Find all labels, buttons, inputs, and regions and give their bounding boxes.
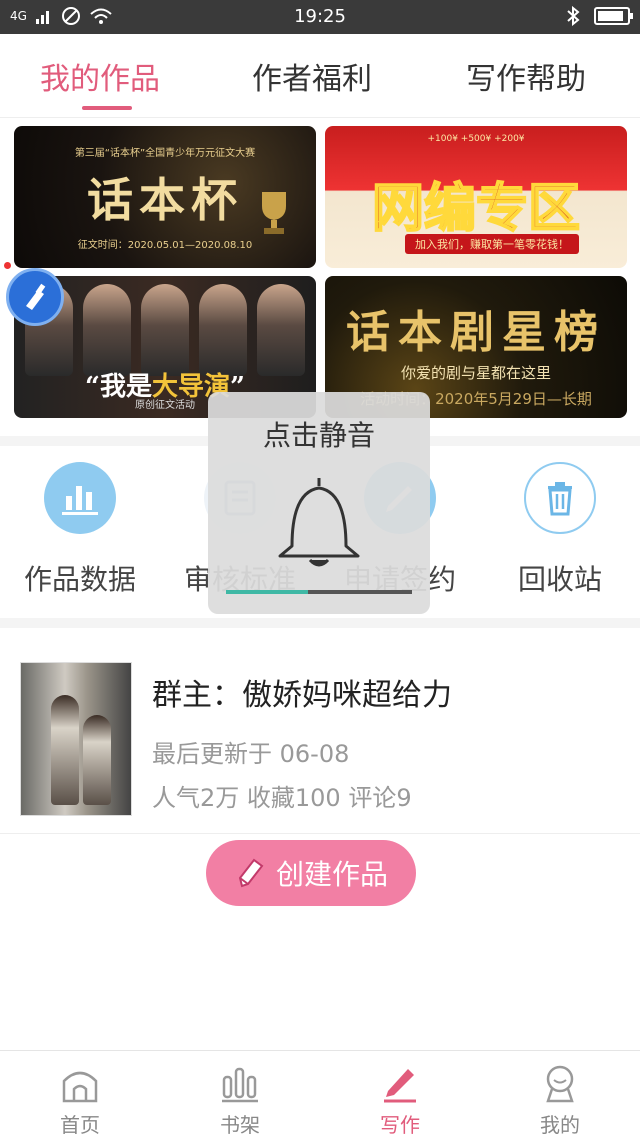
tab-my-works[interactable]: 我的作品 (40, 54, 160, 98)
pen-icon (320, 1061, 480, 1105)
cover-figure (51, 695, 79, 805)
tab-writing-help[interactable]: 写作帮助 (466, 54, 586, 98)
bottom-nav: 首页 书架 写作 我的 (0, 1050, 640, 1138)
nav-label: 书架 (220, 1113, 260, 1137)
nav-profile[interactable]: 我的 (480, 1061, 640, 1138)
banner-heading: 第三届“话本杯”全国青少年万元征文大赛 (74, 148, 256, 159)
bar-chart-icon (44, 462, 116, 534)
mute-toast: 点击静音 (208, 392, 430, 614)
tool-label: 回收站 (517, 563, 602, 596)
work-updated: 最后更新于 06-08 (152, 740, 350, 768)
floating-widget-button[interactable] (6, 268, 64, 326)
work-cover-image (20, 662, 132, 816)
status-bar: 4G 19:25 (0, 0, 640, 34)
banner-editor-zone[interactable]: +100¥ +500¥ +200¥ 网编专区 加入我们，赚取第一笔零花钱！ (325, 126, 627, 268)
create-work-label: 创建作品 (275, 858, 388, 891)
broom-icon (26, 283, 46, 310)
battery-level (598, 11, 623, 21)
create-work-button[interactable]: 创建作品 (206, 840, 416, 906)
cover-figure (83, 715, 111, 805)
profile-icon (480, 1061, 640, 1105)
nav-write[interactable]: 写作 (320, 1061, 480, 1138)
person-figure (141, 284, 189, 376)
nav-bookshelf[interactable]: 书架 (160, 1061, 320, 1138)
work-title: 群主：傲娇妈咪超给力 (152, 678, 452, 713)
nav-label: 首页 (60, 1113, 100, 1137)
work-stats: 人气2万 收藏100 评论9 (152, 784, 412, 812)
nav-home[interactable]: 首页 (0, 1061, 160, 1138)
bookshelf-icon (160, 1061, 320, 1105)
banner-huaben-cup[interactable]: 第三届“话本杯”全国青少年万元征文大赛 话本杯 征文时间：2020.05.01—… (14, 126, 316, 268)
work-card[interactable]: 群主：傲娇妈咪超给力 最后更新于 06-08 人气2万 收藏100 评论9 (0, 644, 640, 834)
person-figure (199, 284, 247, 376)
status-right (566, 6, 633, 26)
notification-dot (4, 262, 11, 269)
banner-title: 网编专区 (371, 177, 581, 240)
active-tab-indicator (82, 106, 132, 110)
banner-date: 征文时间：2020.05.01—2020.08.10 (77, 240, 253, 251)
banner-subtitle: 你爱的剧与星都在这里 (400, 364, 551, 382)
tab-author-benefits[interactable]: 作者福利 (252, 54, 372, 98)
nav-label: 写作 (380, 1113, 420, 1137)
person-figure (83, 284, 131, 376)
status-time: 19:25 (294, 6, 346, 27)
person-figure (257, 284, 305, 376)
tool-label: 作品数据 (23, 563, 136, 596)
banner-grid: 第三届“话本杯”全国青少年万元征文大赛 话本杯 征文时间：2020.05.01—… (14, 126, 628, 420)
tool-work-data[interactable]: 作品数据 (0, 462, 160, 598)
banner-heading: +100¥ +500¥ +200¥ (427, 134, 525, 144)
section-divider (0, 618, 640, 628)
top-tabs: 我的作品 作者福利 写作帮助 (0, 34, 640, 118)
volume-fill (226, 590, 308, 594)
pencil-icon (238, 858, 264, 888)
trash-icon (524, 462, 596, 534)
tool-recycle-bin[interactable]: 回收站 (480, 462, 640, 598)
banner-tag: 加入我们，赚取第一笔零花钱！ (405, 234, 579, 254)
nav-label: 我的 (540, 1113, 580, 1137)
home-icon (0, 1061, 160, 1105)
banner-cast-image (24, 284, 306, 376)
bluetooth-icon (567, 6, 580, 26)
toast-title: 点击静音 (262, 419, 375, 452)
bell-icon (278, 478, 360, 567)
volume-track (226, 590, 412, 594)
battery-icon (594, 7, 633, 25)
banner-title: 话本剧星榜 (346, 307, 606, 358)
trophy-icon (262, 192, 286, 234)
